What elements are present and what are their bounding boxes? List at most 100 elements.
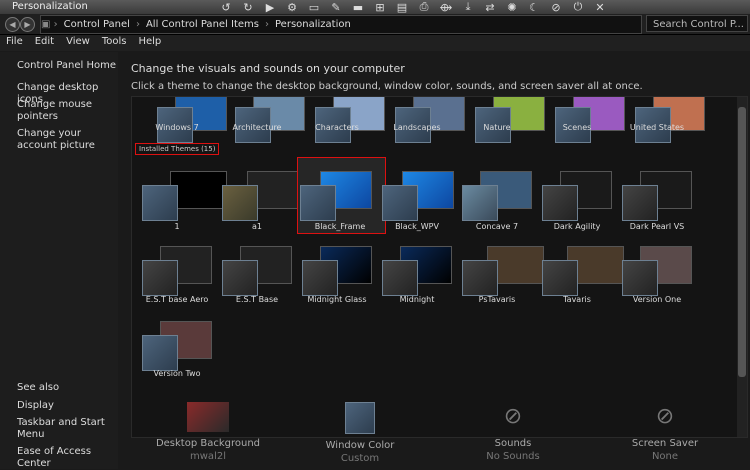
theme-thumb-selected[interactable] (300, 167, 372, 227)
download-icon[interactable]: ⤓ (460, 0, 476, 14)
undo-icon[interactable]: ↺ (218, 0, 234, 14)
screen-saver-icon: ⊘ (655, 404, 675, 429)
theme-thumb[interactable] (142, 167, 227, 227)
menu-file[interactable]: File (0, 35, 29, 51)
menu-edit[interactable]: Edit (29, 35, 60, 51)
theme-thumb[interactable] (142, 242, 212, 302)
breadcrumb[interactable]: ▣ › Control Panel › All Control Panel It… (40, 15, 642, 34)
desktop-background-label: Desktop Background (155, 438, 261, 449)
theme-label[interactable]: Nature (454, 123, 540, 132)
link-icon[interactable]: ⊘ (548, 0, 564, 14)
theme-label[interactable]: 1 (134, 222, 220, 231)
desktop-background-icon (187, 402, 229, 432)
printer-icon[interactable]: ⎙ (416, 0, 432, 14)
redo-icon[interactable]: ↻ (240, 0, 256, 14)
theme-thumb[interactable] (542, 167, 612, 227)
screen-saver-button[interactable]: ⊘ Screen Saver None (605, 402, 725, 462)
link-ease-of-access[interactable]: Ease of Access Center (17, 446, 117, 470)
theme-thumb[interactable] (542, 242, 624, 302)
desktop-background-button[interactable]: Desktop Background mwal2l (148, 402, 268, 462)
transfer-icon[interactable]: ⇄ (482, 0, 498, 14)
menu-help[interactable]: Help (132, 35, 167, 51)
theme-thumb[interactable] (382, 167, 454, 227)
desktop-background-value: mwal2l (190, 451, 226, 462)
link-display[interactable]: Display (17, 400, 54, 412)
theme-label[interactable]: Version One (614, 295, 700, 304)
window-color-label: Window Color (325, 440, 395, 451)
theme-thumb[interactable] (302, 242, 372, 302)
theme-thumb[interactable] (622, 242, 692, 302)
windows-icon[interactable]: ⊞ (372, 0, 388, 14)
sounds-label: Sounds (494, 438, 532, 449)
power-icon[interactable]: ⏻ (570, 0, 586, 14)
theme-label[interactable]: Dark Agility (534, 222, 620, 231)
theme-label[interactable]: Tavaris (534, 295, 620, 304)
theme-label[interactable]: Dark Pearl VS (614, 222, 700, 231)
page-subtitle: Click a theme to change the desktop back… (131, 81, 643, 92)
sounds-button[interactable]: ⊘ Sounds No Sounds (453, 402, 573, 462)
dock-icon[interactable]: ▬ (350, 0, 366, 14)
theme-thumb[interactable] (222, 242, 292, 302)
search-input[interactable]: Search Control P... (646, 15, 748, 32)
menu-bar: File Edit View Tools Help (0, 35, 750, 51)
network-icon[interactable]: ⟴ (438, 0, 454, 14)
theme-label[interactable]: United States (614, 123, 700, 132)
theme-label[interactable]: E.S.T base Aero (134, 295, 220, 304)
theme-label[interactable]: Midnight (374, 295, 460, 304)
media-icon[interactable]: ▶ (262, 0, 278, 14)
monitor-icon[interactable]: ▭ (306, 0, 322, 14)
theme-label[interactable]: Characters (294, 123, 380, 132)
theme-label[interactable]: Scenes (534, 123, 620, 132)
sounds-value: No Sounds (486, 451, 540, 462)
theme-label[interactable]: Midnight Glass (294, 295, 380, 304)
settings-icon[interactable]: ⚙ (284, 0, 300, 14)
folder-icon: ▣ › (41, 19, 58, 30)
scrollbar-thumb[interactable] (738, 107, 746, 377)
pen-icon[interactable]: ✎ (328, 0, 344, 14)
window-color-button[interactable]: Window Color Custom (300, 402, 420, 464)
theme-label[interactable]: Version Two (134, 369, 220, 378)
no-sound-icon: ⊘ (503, 404, 523, 429)
theme-thumb[interactable] (382, 242, 452, 302)
theme-label[interactable]: PsTavaris (454, 295, 540, 304)
sidebar-item-account-picture[interactable]: Change your account picture (17, 128, 112, 152)
window-color-icon (345, 402, 375, 434)
menu-tools[interactable]: Tools (96, 35, 133, 51)
breadcrumb-all-items[interactable]: All Control Panel Items (140, 19, 265, 30)
theme-thumb[interactable] (622, 167, 692, 227)
link-taskbar[interactable]: Taskbar and Start Menu (17, 417, 112, 441)
main-panel: Change the visuals and sounds on your co… (118, 52, 750, 469)
theme-label[interactable]: E.S.T Base (214, 295, 300, 304)
vertical-scrollbar[interactable] (737, 97, 747, 437)
theme-thumb[interactable] (142, 317, 212, 377)
close-icon[interactable]: ✕ (592, 0, 608, 14)
theme-settings-bar: Desktop Background mwal2l Window Color C… (118, 397, 750, 469)
theme-label[interactable]: Windows 7 (134, 123, 220, 132)
screen-saver-label: Screen Saver (631, 438, 699, 449)
sidebar: Control Panel Home Change desktop icons … (0, 52, 118, 469)
address-bar: ◀ ▶ ▣ › Control Panel › All Control Pane… (0, 14, 750, 35)
theme-label[interactable]: a1 (214, 222, 300, 231)
back-button[interactable]: ◀ (5, 17, 20, 32)
card-icon[interactable]: ▤ (394, 0, 410, 14)
breadcrumb-personalization[interactable]: Personalization (269, 19, 357, 30)
theme-thumb[interactable] (462, 242, 544, 302)
moon-icon[interactable]: ☾ (526, 0, 542, 14)
theme-label[interactable]: Architecture (214, 123, 300, 132)
screen-saver-value: None (651, 451, 679, 462)
forward-button[interactable]: ▶ (20, 17, 35, 32)
theme-thumb[interactable] (462, 167, 532, 227)
theme-label[interactable]: Concave 7 (454, 222, 540, 231)
theme-label-selected[interactable]: Black_Frame (297, 222, 383, 231)
theme-label[interactable]: Landscapes (374, 123, 460, 132)
theme-label[interactable]: Black_WPV (374, 222, 460, 231)
sidebar-item-mouse-pointers[interactable]: Change mouse pointers (17, 99, 107, 123)
window-title: Personalization (12, 1, 88, 12)
theme-thumb[interactable] (222, 167, 299, 227)
theme-list[interactable]: Windows 7 Architecture Characters Landsc… (131, 96, 748, 438)
gear-icon[interactable]: ✺ (504, 0, 520, 14)
menu-view[interactable]: View (60, 35, 96, 51)
sidebar-item-home[interactable]: Control Panel Home (17, 60, 116, 72)
installed-themes-group-title: Installed Themes (15) (135, 143, 220, 155)
breadcrumb-control-panel[interactable]: Control Panel (58, 19, 136, 30)
